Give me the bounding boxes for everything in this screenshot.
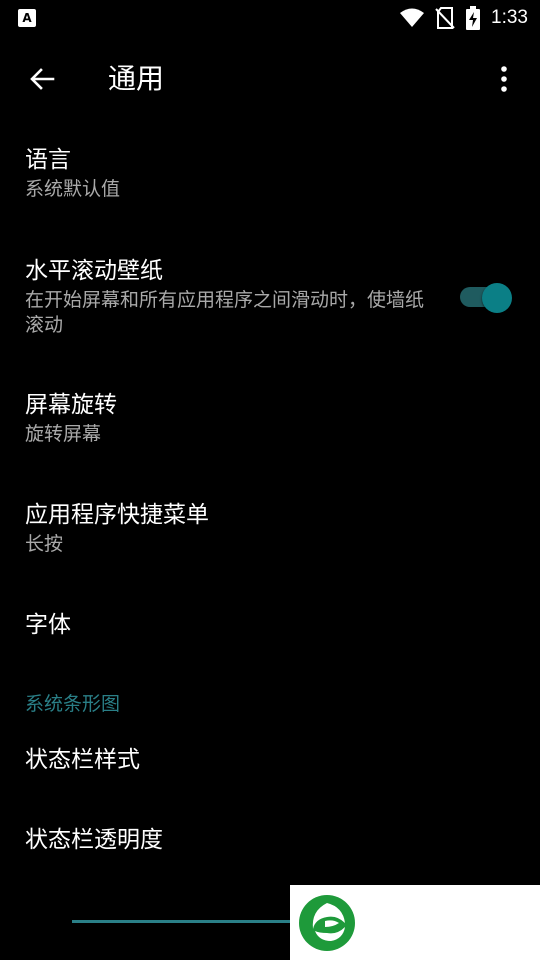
setting-title: 状态栏透明度	[25, 827, 163, 853]
setting-title: 字体	[25, 612, 71, 638]
leaf-logo-icon	[299, 895, 355, 951]
setting-language[interactable]: 语言 系统默认值	[25, 145, 515, 202]
status-bar: A 1:33	[0, 0, 540, 36]
setting-scroll-wallpaper[interactable]: 水平滚动壁纸 在开始屏幕和所有应用程序之间滑动时，使墙纸滚动	[25, 256, 515, 338]
setting-title: 应用程序快捷菜单	[25, 502, 209, 528]
page-title: 通用	[108, 62, 165, 95]
setting-title: 屏幕旋转	[25, 392, 117, 418]
setting-font[interactable]: 字体	[25, 610, 515, 640]
setting-statusbar-style[interactable]: 状态栏样式	[25, 745, 515, 775]
setting-statusbar-transparency[interactable]: 状态栏透明度	[25, 825, 515, 855]
app-notification-icon: A	[18, 9, 36, 27]
setting-title: 水平滚动壁纸	[25, 258, 163, 284]
watermark-logo	[290, 885, 540, 960]
wifi-icon	[400, 8, 425, 27]
battery-charging-icon	[466, 6, 481, 30]
no-sim-icon	[435, 7, 455, 29]
status-icons: 1:33	[399, 5, 528, 31]
arrow-back-icon	[30, 68, 55, 90]
status-time: 1:33	[491, 7, 528, 28]
scroll-indicator-line	[72, 920, 294, 923]
back-button[interactable]	[20, 57, 64, 101]
more-vert-icon	[501, 66, 507, 92]
scroll-wallpaper-switch[interactable]	[460, 283, 512, 313]
setting-summary: 长按	[25, 533, 64, 555]
more-options-button[interactable]	[482, 57, 526, 101]
app-bar: 通用	[0, 40, 540, 118]
setting-summary: 在开始屏幕和所有应用程序之间滑动时，使墙纸滚动	[25, 289, 425, 336]
setting-title: 状态栏样式	[25, 747, 140, 773]
setting-summary: 旋转屏幕	[25, 423, 102, 445]
section-header-system-bar: 系统条形图	[25, 693, 121, 715]
switch-thumb	[482, 283, 512, 313]
setting-title: 语言	[25, 147, 71, 173]
setting-summary: 系统默认值	[25, 178, 121, 200]
setting-app-shortcuts[interactable]: 应用程序快捷菜单 长按	[25, 500, 515, 557]
setting-screen-rotation[interactable]: 屏幕旋转 旋转屏幕	[25, 390, 515, 447]
